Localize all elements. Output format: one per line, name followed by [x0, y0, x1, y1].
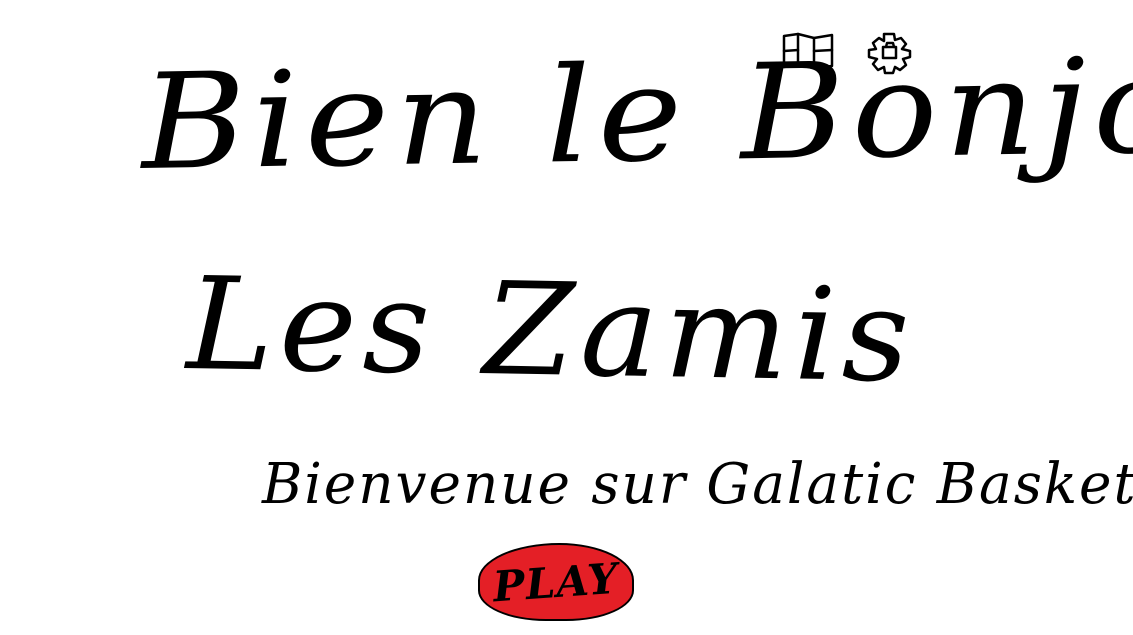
- subtitle: Bienvenue sur Galatic Basket: [262, 452, 1133, 517]
- play-button[interactable]: PLAY: [478, 543, 634, 621]
- map-icon: [780, 30, 836, 72]
- gear-icon: [864, 30, 916, 76]
- title-line-1: Bien le Bonjour: [139, 26, 1133, 200]
- title-line-2: Les Zamis: [185, 250, 917, 412]
- settings-button[interactable]: [864, 30, 916, 76]
- map-button[interactable]: [780, 30, 836, 72]
- play-button-label: PLAY: [491, 553, 621, 611]
